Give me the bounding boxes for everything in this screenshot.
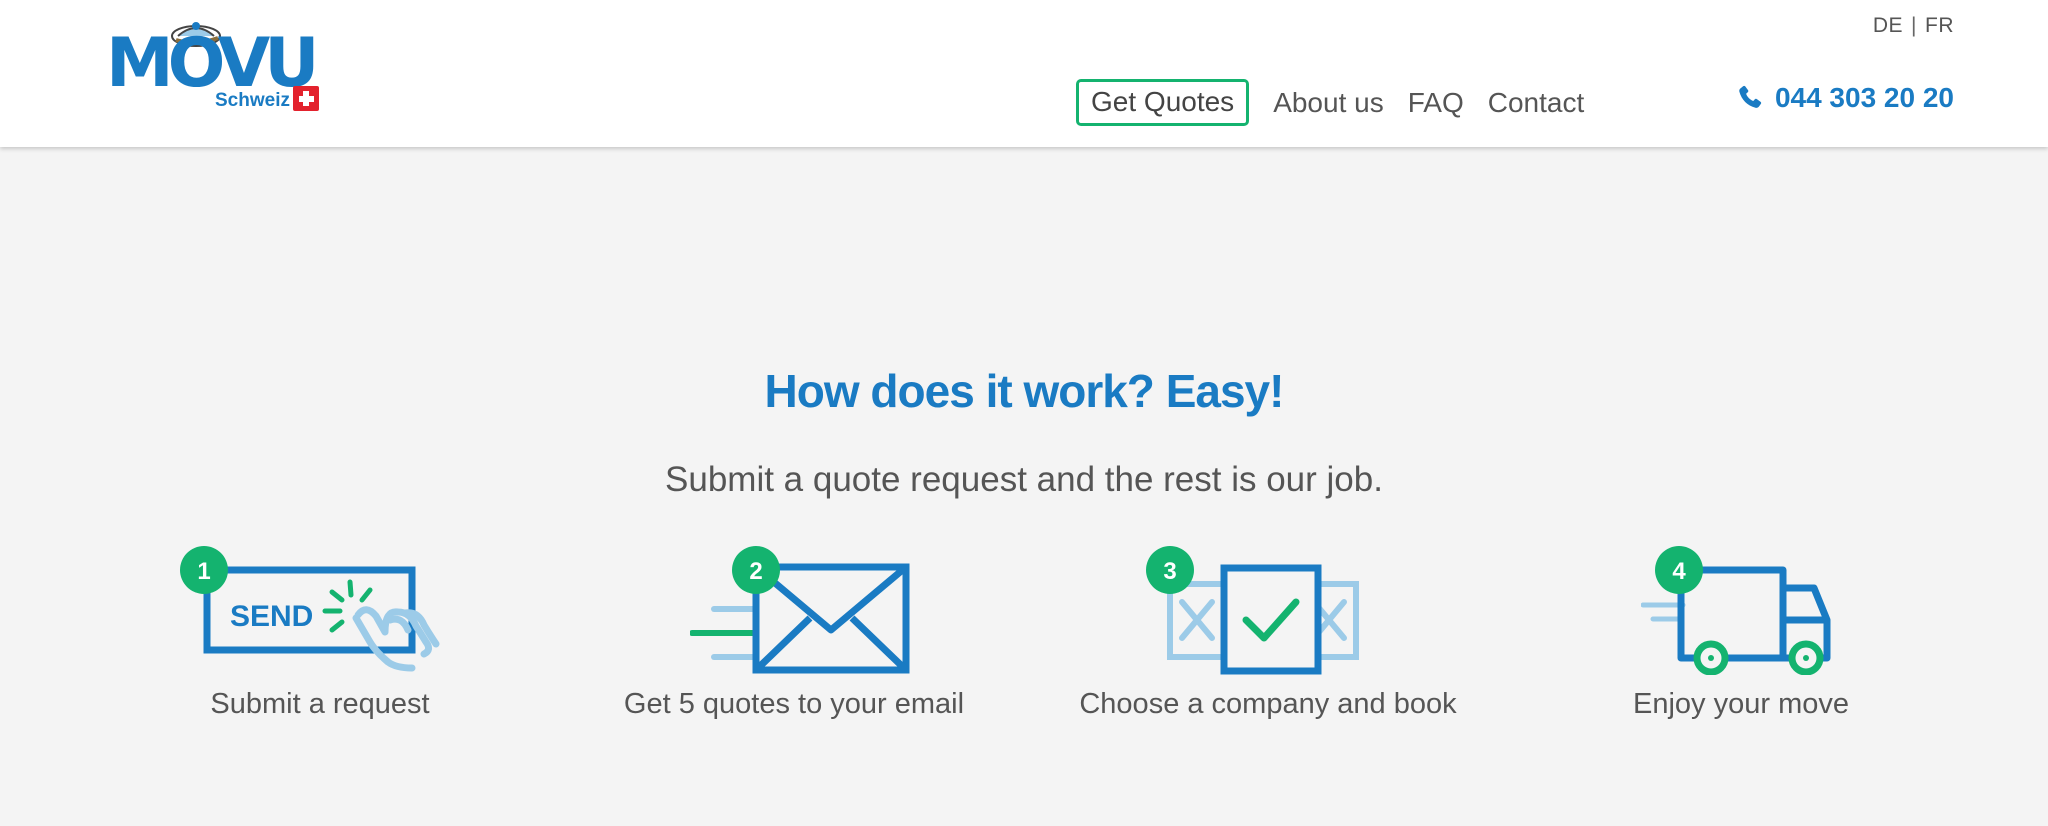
- send-click-icon: SEND 1: [180, 546, 440, 672]
- phone-number: 044 303 20 20: [1774, 82, 1954, 113]
- language-switcher: DE | FR: [1873, 14, 1954, 38]
- logo-wordmark: MOVU: [106, 24, 319, 103]
- step-3-label: Choose a company and book: [1079, 688, 1457, 720]
- step-4-label: Enjoy your move: [1633, 688, 1849, 720]
- step-2-label: Get 5 quotes to your email: [623, 688, 965, 720]
- logo-subtitle: Schweiz: [215, 90, 290, 111]
- lang-de-link[interactable]: DE: [1873, 14, 1903, 37]
- step-1-label: Submit a request: [210, 688, 430, 720]
- phone-link[interactable]: 044 303 20 20: [1735, 82, 1954, 114]
- step-4: 4 Enjoy your move: [1531, 540, 1951, 740]
- truck-icon: 4: [1641, 546, 1831, 675]
- step-1: SEND 1 Submit a request: [110, 540, 530, 740]
- section-title: How does it work? Easy!: [764, 365, 1285, 417]
- step-2: 2 Get 5 quotes to your email: [584, 540, 1004, 740]
- step-3: 3 Choose a company and book: [1058, 540, 1478, 740]
- main-nav: Get Quotes About us FAQ Contact: [1076, 79, 1608, 126]
- checkbox-choice-icon: 3: [1146, 546, 1359, 675]
- lang-separator: |: [1911, 14, 1917, 37]
- svg-text:4: 4: [1672, 558, 1686, 585]
- get-quotes-button[interactable]: Get Quotes: [1076, 79, 1250, 126]
- svg-text:2: 2: [749, 558, 762, 585]
- nav-about-link[interactable]: About us: [1273, 86, 1384, 120]
- swiss-cross-icon: [293, 86, 319, 111]
- lang-fr-link[interactable]: FR: [1925, 14, 1954, 37]
- svg-text:1: 1: [197, 558, 210, 585]
- envelope-icon: 2: [690, 546, 910, 674]
- nav-faq-link[interactable]: FAQ: [1408, 86, 1464, 120]
- svg-text:SEND: SEND: [230, 600, 313, 633]
- nav-contact-link[interactable]: Contact: [1488, 86, 1585, 120]
- site-header: MOVU Schweiz DE | FR Get Quotes About us F…: [0, 0, 2048, 147]
- section-subtitle: Submit a quote request and the rest is o…: [665, 460, 1383, 499]
- movu-logo[interactable]: MOVU Schweiz: [104, 14, 328, 114]
- phone-icon: [1739, 85, 1762, 108]
- svg-text:3: 3: [1163, 558, 1176, 585]
